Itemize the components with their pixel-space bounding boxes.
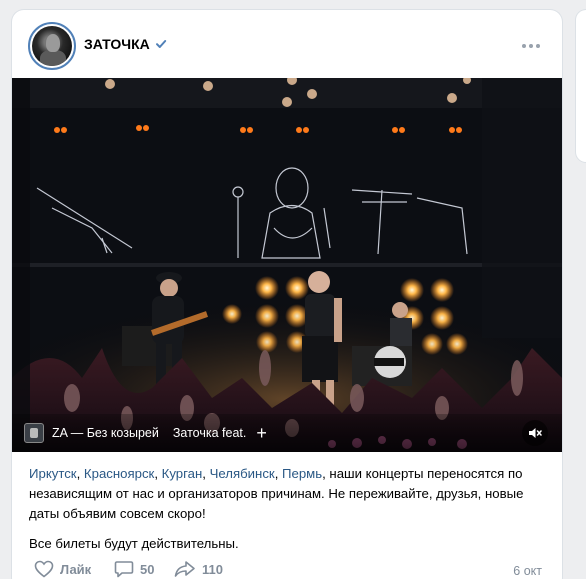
city-link-chelyabinsk[interactable]: Челябинск xyxy=(210,466,275,481)
city-link-irkutsk[interactable]: Иркутск xyxy=(29,466,77,481)
concert-image xyxy=(12,78,562,452)
post-date[interactable]: 6 окт xyxy=(513,564,542,578)
post-card: ЗАТОЧКА ZA — Без козырей Заточка feat. +… xyxy=(12,10,562,579)
share-icon xyxy=(174,561,195,577)
audio-cover[interactable] xyxy=(24,423,44,443)
post-paragraph-1: Иркутск, Красноярск, Курган, Челябинск, … xyxy=(29,466,524,521)
city-link-krasnoyarsk[interactable]: Красноярск xyxy=(84,466,154,481)
like-button[interactable]: Лайк xyxy=(34,560,91,578)
sound-off-icon xyxy=(529,428,542,438)
verified-icon xyxy=(155,40,166,48)
audio-next-title[interactable]: Заточка feat. xyxy=(173,426,247,440)
share-button[interactable]: 110 xyxy=(174,560,223,578)
comment-count: 50 xyxy=(140,561,155,577)
more-icon[interactable] xyxy=(522,44,540,48)
audio-attachment: ZA — Без козырей Заточка feat. + xyxy=(12,414,562,452)
side-panel-edge xyxy=(576,10,586,162)
city-link-kurgan[interactable]: Курган xyxy=(162,466,203,481)
post-actions: Лайк 50 110 6 окт xyxy=(12,560,562,579)
post-text: Иркутск, Красноярск, Курган, Челябинск, … xyxy=(29,464,549,564)
author-name[interactable]: ЗАТОЧКА xyxy=(84,36,150,52)
city-link-perm[interactable]: Пермь xyxy=(282,466,322,481)
comment-button[interactable]: 50 xyxy=(114,560,154,578)
heart-icon xyxy=(34,560,54,578)
post-photo[interactable]: ZA — Без козырей Заточка feat. + xyxy=(12,78,562,452)
mute-button[interactable] xyxy=(522,420,548,446)
avatar[interactable] xyxy=(28,22,76,70)
audio-title[interactable]: ZA — Без козырей xyxy=(52,426,159,440)
post-header: ЗАТОЧКА xyxy=(12,10,562,78)
author-wrap: ЗАТОЧКА xyxy=(84,36,167,52)
add-audio-button[interactable]: + xyxy=(256,424,267,442)
comment-icon xyxy=(114,561,134,578)
post-paragraph-2: Все билеты будут действительны. xyxy=(29,536,239,551)
share-count: 110 xyxy=(202,561,223,577)
like-label: Лайк xyxy=(60,561,92,577)
